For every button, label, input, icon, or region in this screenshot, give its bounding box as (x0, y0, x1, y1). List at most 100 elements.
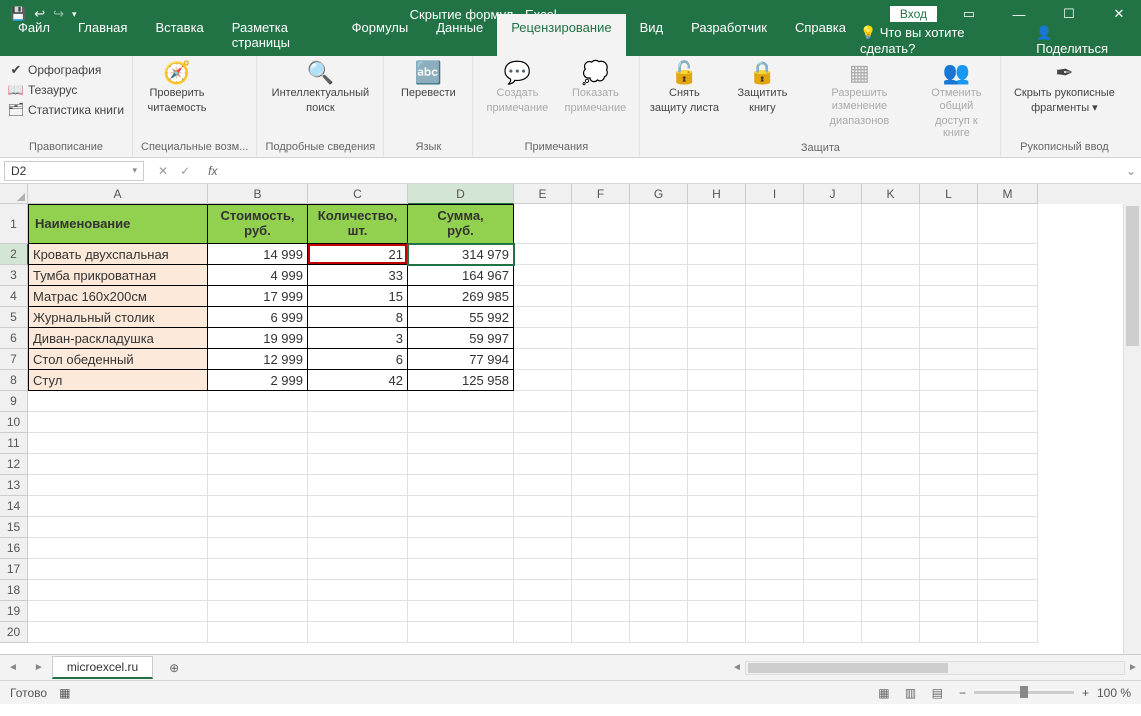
cell[interactable] (408, 475, 514, 496)
cell[interactable] (514, 433, 572, 454)
cell[interactable] (630, 349, 688, 370)
cell[interactable]: 17 999 (208, 286, 308, 307)
page-layout-view-icon[interactable]: ▥ (899, 686, 922, 700)
cell[interactable] (978, 538, 1038, 559)
cell[interactable] (804, 391, 862, 412)
cell[interactable] (572, 349, 630, 370)
vertical-scrollbar[interactable] (1123, 204, 1141, 654)
cell[interactable] (978, 559, 1038, 580)
cell[interactable] (688, 370, 746, 391)
cell[interactable] (688, 244, 746, 265)
cell[interactable] (308, 454, 408, 475)
normal-view-icon[interactable]: ▦ (872, 686, 895, 700)
cell[interactable] (208, 391, 308, 412)
row-header[interactable]: 14 (0, 496, 28, 517)
cell[interactable]: 269 985 (408, 286, 514, 307)
sheet-tab[interactable]: microexcel.ru (52, 656, 153, 679)
cell[interactable] (408, 517, 514, 538)
cell[interactable] (746, 538, 804, 559)
cell[interactable]: Сумма,руб. (408, 204, 514, 244)
column-header[interactable]: D (408, 184, 514, 204)
cell[interactable]: Журнальный столик (28, 307, 208, 328)
zoom-slider[interactable] (974, 691, 1074, 694)
cell[interactable] (746, 475, 804, 496)
cell[interactable] (746, 412, 804, 433)
cell[interactable] (208, 475, 308, 496)
qat-dropdown-icon[interactable]: ▾ (72, 9, 77, 20)
cell[interactable] (920, 328, 978, 349)
row-header[interactable]: 13 (0, 475, 28, 496)
cell[interactable] (804, 244, 862, 265)
cell[interactable] (208, 517, 308, 538)
cell[interactable] (688, 538, 746, 559)
cell[interactable] (804, 349, 862, 370)
column-header[interactable]: I (746, 184, 804, 204)
row-header[interactable]: 16 (0, 538, 28, 559)
cell[interactable] (408, 622, 514, 643)
cell[interactable] (920, 454, 978, 475)
cell[interactable] (920, 559, 978, 580)
cell[interactable] (920, 580, 978, 601)
row-header[interactable]: 3 (0, 265, 28, 286)
cell[interactable] (208, 622, 308, 643)
cell[interactable] (572, 517, 630, 538)
protect-workbook-button[interactable]: 🔒Защититькнигу (726, 60, 798, 115)
tab-справка[interactable]: Справка (781, 14, 860, 56)
cell[interactable] (978, 496, 1038, 517)
cell[interactable] (514, 622, 572, 643)
cell[interactable] (688, 454, 746, 475)
cell[interactable] (804, 475, 862, 496)
cell[interactable] (630, 433, 688, 454)
tab-вид[interactable]: Вид (626, 14, 678, 56)
cell[interactable] (572, 580, 630, 601)
cell[interactable] (514, 244, 572, 265)
cell[interactable] (514, 349, 572, 370)
cell[interactable] (978, 265, 1038, 286)
cell[interactable] (688, 412, 746, 433)
cell[interactable] (408, 580, 514, 601)
cell[interactable] (28, 391, 208, 412)
cell[interactable]: 6 (308, 349, 408, 370)
cell[interactable] (514, 454, 572, 475)
cell[interactable]: Матрас 160х200см (28, 286, 208, 307)
macro-record-icon[interactable]: ▦ (59, 686, 70, 700)
cell[interactable] (28, 559, 208, 580)
cell[interactable] (630, 286, 688, 307)
column-header[interactable]: C (308, 184, 408, 204)
cell[interactable] (862, 370, 920, 391)
cell[interactable] (746, 580, 804, 601)
cell[interactable] (28, 496, 208, 517)
add-sheet-button[interactable]: ⊕ (163, 657, 185, 679)
cell[interactable] (572, 412, 630, 433)
row-header[interactable]: 1 (0, 204, 28, 244)
cell[interactable] (978, 601, 1038, 622)
cell[interactable] (408, 538, 514, 559)
cell[interactable] (28, 601, 208, 622)
row-header[interactable]: 18 (0, 580, 28, 601)
cell[interactable] (28, 580, 208, 601)
cell[interactable] (514, 286, 572, 307)
cell[interactable]: 2 999 (208, 370, 308, 391)
cell[interactable] (630, 580, 688, 601)
cell[interactable] (572, 286, 630, 307)
cell[interactable] (920, 244, 978, 265)
spelling-button[interactable]: ✔Орфография (8, 60, 124, 80)
cell[interactable] (308, 433, 408, 454)
cell[interactable] (804, 496, 862, 517)
cell[interactable]: 33 (308, 265, 408, 286)
cell[interactable] (746, 454, 804, 475)
cell[interactable] (572, 244, 630, 265)
cell[interactable] (920, 517, 978, 538)
column-header[interactable]: A (28, 184, 208, 204)
cell[interactable] (978, 244, 1038, 265)
cell[interactable] (862, 559, 920, 580)
cell[interactable]: 125 958 (408, 370, 514, 391)
row-header[interactable]: 17 (0, 559, 28, 580)
cell[interactable] (572, 370, 630, 391)
select-all-corner[interactable] (0, 184, 28, 204)
cell[interactable] (630, 307, 688, 328)
cell[interactable] (572, 496, 630, 517)
cell[interactable] (572, 538, 630, 559)
cell[interactable] (978, 391, 1038, 412)
cell[interactable] (862, 328, 920, 349)
